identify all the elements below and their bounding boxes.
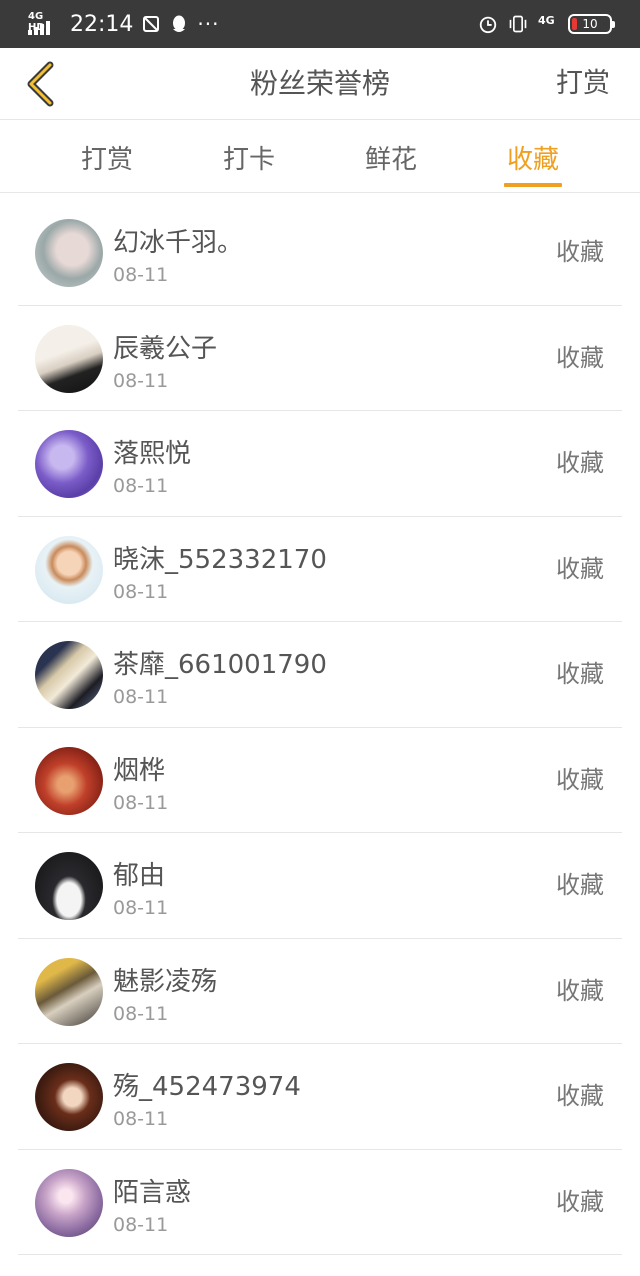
user-name: 幻冰千羽。 — [113, 228, 244, 258]
action-label: 收藏 — [556, 343, 604, 372]
tab-label: 收藏 — [506, 144, 559, 175]
avatar — [35, 641, 103, 709]
list-item[interactable]: 辰羲公子 08-11 收藏 — [18, 306, 622, 411]
list-item[interactable]: 烟桦 08-11 收藏 — [18, 728, 622, 833]
action-label: 收藏 — [556, 449, 604, 477]
collect-date: 08-11 — [113, 791, 169, 814]
collect-date: 08-11 — [113, 1108, 169, 1130]
avatar — [35, 535, 103, 604]
action-label: 收藏 — [556, 765, 604, 794]
qq-notification-icon — [169, 14, 189, 34]
tab-label: 打卡 — [222, 144, 275, 175]
back-button[interactable] — [14, 58, 66, 110]
collect-date: 08-11 — [113, 1213, 169, 1236]
tab-reward[interactable]: 打赏 — [36, 121, 178, 193]
tab-flowers[interactable]: 鲜花 — [320, 121, 462, 193]
tab-bar: 打赏 打卡 鲜花 收藏 — [0, 121, 640, 193]
user-name: 茶靡_661001790 — [113, 650, 327, 680]
tab-label: 打赏 — [80, 144, 133, 175]
reward-button[interactable]: 打赏 — [556, 48, 610, 120]
fan-list: 幻冰千羽。 08-11 收藏 辰羲公子 08-11 收藏 落熙悦 08-11 收… — [0, 200, 640, 1255]
page-title: 粉丝荣誉榜 — [249, 67, 390, 100]
collect-date: 08-11 — [113, 264, 169, 286]
tab-checkin[interactable]: 打卡 — [178, 121, 320, 193]
collect-date: 08-11 — [113, 897, 169, 919]
clock: 22:14 — [70, 11, 134, 37]
action-label: 收藏 — [556, 1082, 604, 1110]
collect-date: 08-11 — [113, 1002, 169, 1025]
user-name: 陌言惑 — [113, 1177, 192, 1208]
action-label: 收藏 — [556, 1187, 604, 1216]
avatar — [35, 219, 103, 287]
list-item[interactable]: 落熙悦 08-11 收藏 — [18, 411, 622, 517]
battery-level: 10 — [582, 17, 598, 31]
avatar — [35, 430, 103, 498]
collect-date: 08-11 — [113, 580, 169, 603]
vibrate-icon — [508, 14, 528, 34]
signal-icon: 4G HD — [28, 9, 58, 39]
avatar — [35, 852, 103, 920]
action-label: 收藏 — [556, 660, 604, 688]
list-item[interactable]: 幻冰千羽。 08-11 收藏 — [18, 200, 622, 306]
mobile-data-icon: 4G — [538, 14, 555, 27]
action-label: 收藏 — [556, 238, 604, 266]
action-label: 收藏 — [556, 871, 604, 899]
user-name: 殇_452473974 — [113, 1072, 301, 1102]
user-name: 烟桦 — [113, 755, 166, 786]
user-name: 辰羲公子 — [113, 333, 218, 364]
action-label: 收藏 — [556, 554, 604, 583]
alarm-icon — [478, 14, 498, 34]
avatar — [35, 746, 103, 815]
status-bar: 4G HD 22:14 ··· 4G 10 — [0, 0, 640, 48]
collect-date: 08-11 — [113, 475, 169, 497]
action-label: 收藏 — [556, 976, 604, 1005]
avatar — [35, 957, 103, 1026]
list-item[interactable]: 郁由 08-11 收藏 — [18, 833, 622, 939]
collect-date: 08-11 — [113, 369, 169, 392]
user-name: 晓沫_552332170 — [113, 544, 327, 575]
battery-icon: 10 — [568, 14, 615, 34]
user-name: 落熙悦 — [113, 439, 192, 469]
list-item[interactable]: 晓沫_552332170 08-11 收藏 — [18, 517, 622, 622]
tab-collect[interactable]: 收藏 — [462, 121, 604, 193]
chevron-left-icon — [27, 61, 54, 107]
avatar — [35, 1063, 103, 1131]
list-item[interactable]: 陌言惑 08-11 收藏 — [18, 1150, 622, 1255]
user-name: 郁由 — [113, 861, 166, 891]
header: 粉丝荣誉榜 打赏 — [0, 48, 640, 120]
no-sim-notification-icon — [141, 14, 161, 34]
collect-date: 08-11 — [113, 686, 169, 708]
active-tab-indicator — [504, 183, 562, 187]
avatar — [35, 324, 103, 393]
more-notifications-icon: ··· — [197, 12, 220, 36]
user-name: 魅影凌殇 — [113, 966, 218, 997]
list-item[interactable]: 茶靡_661001790 08-11 收藏 — [18, 622, 622, 728]
avatar — [35, 1168, 103, 1237]
list-item[interactable]: 魅影凌殇 08-11 收藏 — [18, 939, 622, 1044]
tab-label: 鲜花 — [364, 144, 417, 175]
list-item[interactable]: 殇_452473974 08-11 收藏 — [18, 1044, 622, 1150]
